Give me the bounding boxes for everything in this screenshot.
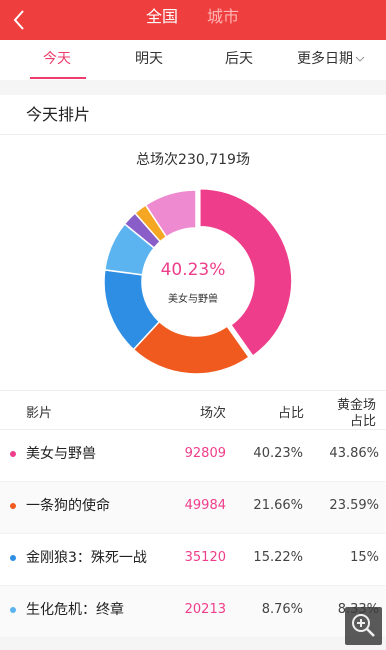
film-share: 21.66% — [253, 498, 303, 513]
table-row[interactable]: 美女与野兽 92809 40.23% 43.86% — [0, 430, 386, 482]
series-dot — [10, 451, 16, 457]
header-gold-line2: 占比 — [350, 414, 377, 429]
table-header: 影片 场次 占比 黄金场 占比 — [0, 390, 386, 430]
table-row[interactable]: 金刚狼3：殊死一战 35120 15.22% 15% — [0, 534, 386, 586]
back-arrow-icon — [13, 10, 24, 30]
film-share: 15.22% — [253, 550, 303, 565]
film-sessions: 49984 — [184, 498, 226, 513]
film-table: 美女与野兽 92809 40.23% 43.86% 一条狗的使命 49984 2… — [0, 430, 386, 638]
film-name: 美女与野兽 — [26, 446, 96, 462]
back-button[interactable] — [6, 6, 34, 34]
series-dot — [10, 607, 16, 613]
active-tab-indicator — [30, 77, 86, 79]
section-header: 今天排片 — [0, 95, 386, 135]
series-dot — [10, 503, 16, 509]
film-gold-share: 23.59% — [329, 498, 379, 513]
film-name: 一条狗的使命 — [26, 498, 110, 514]
zoom-button[interactable] — [345, 607, 382, 645]
donut-center-percent: 40.23% — [160, 260, 226, 280]
film-gold-share: 43.86% — [329, 446, 379, 461]
film-gold-share: 15% — [350, 550, 379, 565]
film-name: 金刚狼3：殊死一战 — [26, 550, 147, 566]
tab-day-after[interactable]: 后天 — [225, 40, 253, 80]
header-share: 占比 — [278, 406, 305, 421]
film-sessions: 92809 — [184, 446, 226, 461]
chevron-down-icon — [355, 56, 365, 62]
film-share: 40.23% — [253, 446, 303, 461]
film-name: 生化危机：终章 — [26, 602, 124, 618]
film-sessions: 35120 — [184, 550, 226, 565]
tab-today[interactable]: 今天 — [43, 40, 71, 80]
donut-center-name: 美女与野兽 — [168, 294, 218, 305]
segment-city[interactable]: 城市 — [207, 0, 239, 40]
table-row[interactable]: 生化危机：终章 20213 8.76% 8.33% — [0, 586, 386, 638]
header-sessions: 场次 — [200, 406, 227, 421]
section-title: 今天排片 — [26, 105, 91, 124]
series-dot — [10, 555, 16, 561]
top-bar: 全国 城市 — [0, 0, 386, 40]
film-share: 8.76% — [261, 602, 303, 617]
date-tabs: 今天 明天 后天 更多日期 — [0, 40, 386, 80]
tab-more-dates-label: 更多日期 — [297, 51, 353, 67]
table-row[interactable]: 一条狗的使命 49984 21.66% 23.59% — [0, 482, 386, 534]
tab-more-dates[interactable]: 更多日期 — [297, 40, 365, 80]
chart-card: 总场次230,719场 40.23% 美女与野兽 — [0, 135, 386, 390]
film-sessions: 20213 — [184, 602, 226, 617]
zoom-in-icon — [352, 614, 375, 637]
header-film: 影片 — [26, 406, 53, 421]
segment-nation[interactable]: 全国 — [146, 0, 178, 40]
tab-tomorrow[interactable]: 明天 — [135, 40, 163, 80]
